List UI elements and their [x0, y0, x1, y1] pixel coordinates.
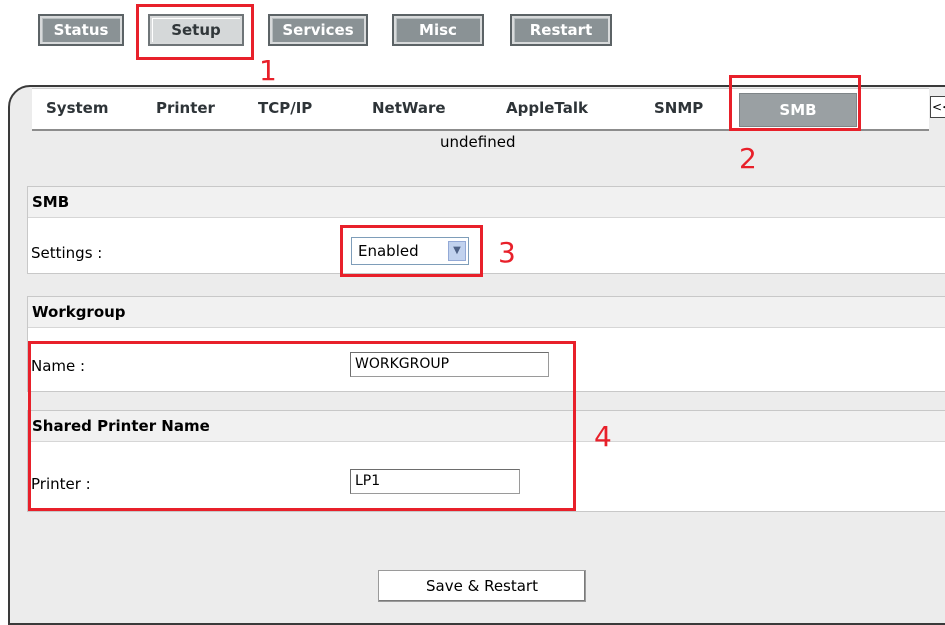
restart-button[interactable]: Restart [512, 16, 610, 44]
annotation-number-3: 3 [498, 236, 516, 269]
workgroup-name-label: Name : [31, 357, 86, 375]
tab-snmp[interactable]: SNMP [654, 99, 703, 117]
printer-name-input[interactable]: LP1 [350, 469, 520, 494]
tab-printer[interactable]: Printer [156, 99, 215, 117]
annotation-number-1: 1 [259, 54, 277, 87]
workgroup-section: Workgroup [27, 296, 945, 392]
save-restart-button[interactable]: Save & Restart [378, 570, 586, 602]
misc-button[interactable]: Misc [394, 16, 482, 44]
chevron-down-icon: ▼ [448, 241, 466, 261]
tab-system[interactable]: System [46, 99, 108, 117]
status-button[interactable]: Status [40, 16, 122, 44]
services-button[interactable]: Services [270, 16, 366, 44]
shared-printer-section: Shared Printer Name [27, 410, 945, 512]
collapse-tabs-button[interactable]: << [930, 96, 945, 118]
tab-smb[interactable]: SMB [739, 93, 857, 127]
annotation-number-2: 2 [739, 142, 757, 175]
workgroup-name-input[interactable]: WORKGROUP [350, 352, 549, 377]
printer-name-label: Printer : [31, 475, 91, 493]
annotation-number-4: 4 [594, 420, 612, 453]
workgroup-heading: Workgroup [28, 297, 945, 328]
shared-printer-heading: Shared Printer Name [28, 411, 945, 442]
tab-netware[interactable]: NetWare [372, 99, 446, 117]
status-message: undefined [440, 133, 516, 151]
tab-tcpip[interactable]: TCP/IP [258, 99, 312, 117]
smb-settings-select[interactable]: Enabled ▼ [351, 237, 469, 265]
smb-section: SMB [27, 186, 945, 274]
tab-appletalk[interactable]: AppleTalk [506, 99, 588, 117]
smb-settings-label: Settings : [31, 244, 103, 262]
smb-settings-value: Enabled [358, 242, 419, 260]
smb-heading: SMB [28, 187, 945, 218]
tab-bar: System Printer TCP/IP NetWare AppleTalk … [32, 88, 945, 131]
setup-button[interactable]: Setup [150, 16, 242, 44]
